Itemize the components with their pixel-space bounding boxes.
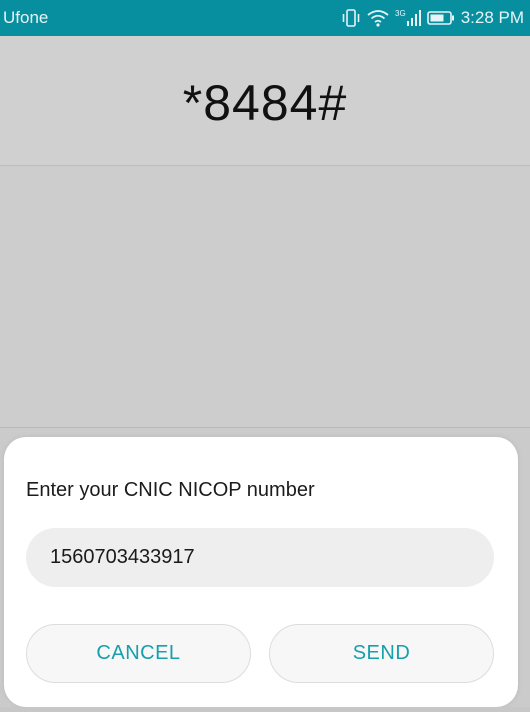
status-bar: Ufone 3G 3:28 PM: [0, 0, 530, 36]
dialer-display: *8484#: [0, 36, 530, 166]
send-button[interactable]: SEND: [269, 624, 494, 683]
dialer-background: [0, 166, 530, 428]
battery-icon: [426, 10, 455, 26]
bottom-strip: [0, 707, 530, 712]
cnic-input[interactable]: 1560703433917: [26, 528, 494, 587]
status-icons: 3G 3:28 PM: [341, 8, 524, 28]
ussd-dialog: Enter your CNIC NICOP number 15607034339…: [4, 437, 518, 707]
vibrate-icon: [341, 9, 361, 27]
cancel-button[interactable]: CANCEL: [26, 624, 251, 683]
clock: 3:28 PM: [460, 8, 524, 27]
ussd-code: *8484#: [182, 75, 348, 131]
signal-icon: 3G: [395, 10, 421, 26]
wifi-icon: [367, 9, 389, 27]
network-type-label: 3G: [395, 9, 406, 18]
carrier-name: Ufone: [3, 8, 49, 27]
dialog-title: Enter your CNIC NICOP number: [26, 479, 315, 501]
